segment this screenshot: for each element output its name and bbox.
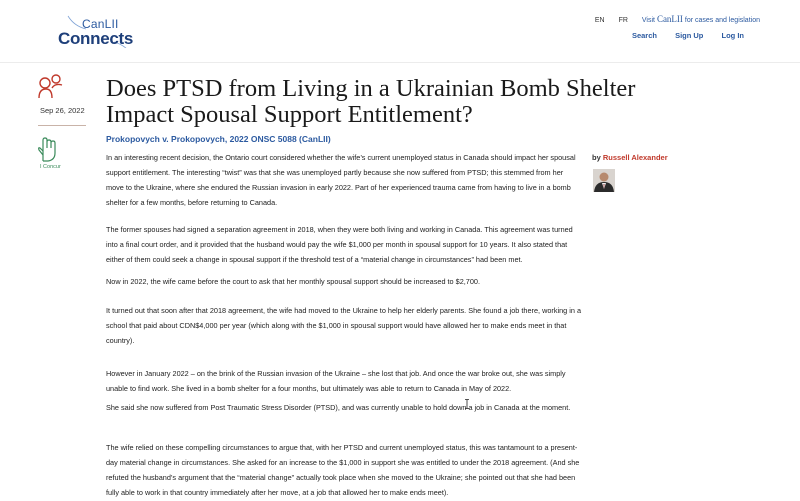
sidebar-separator (38, 125, 86, 126)
paragraph-1: In an interesting recent decision, the O… (106, 153, 576, 207)
author-profile-icon[interactable] (38, 74, 64, 100)
author-byline: by Russell Alexander (592, 153, 668, 162)
paragraph-5: However in January 2022 – on the brink o… (106, 369, 566, 393)
author-name-link[interactable]: Russell Alexander (603, 153, 668, 162)
header-divider (0, 62, 800, 63)
lang-fr-link[interactable]: FR (619, 17, 628, 24)
lang-en-link[interactable]: EN (595, 17, 605, 24)
paragraph-2: The former spouses had signed a separati… (106, 225, 573, 264)
concur-hand-icon[interactable] (38, 137, 60, 163)
concur-label[interactable]: I Concur (40, 164, 61, 170)
login-link[interactable]: Log In (722, 31, 745, 40)
canlii-connects-logo[interactable]: CanLII Connects (56, 12, 136, 48)
visit-prefix: Visit (641, 17, 655, 24)
paragraph-7: The wife relied on these compelling circ… (106, 443, 580, 497)
site-header: CanLII Connects EN FR Visit CanLII for c… (0, 0, 800, 62)
paragraph-6: She said she now suffered from Post Trau… (106, 403, 571, 412)
signup-link[interactable]: Sign Up (675, 31, 703, 40)
top-nav: EN FR Visit CanLII for cases and legisla… (595, 14, 760, 24)
author-avatar[interactable] (593, 169, 615, 192)
paragraph-4: It turned out that soon after that 2018 … (106, 306, 581, 345)
article-title: Does PTSD from Living in a Ukrainian Bom… (106, 75, 636, 128)
by-prefix: by (592, 153, 601, 162)
text-cursor-icon (465, 399, 469, 409)
paragraph-3: Now in 2022, the wife came before the co… (106, 277, 480, 286)
visit-canlii-link[interactable]: Visit CanLII for cases and legislation (642, 14, 760, 24)
post-date: Sep 26, 2022 (40, 106, 85, 115)
search-link[interactable]: Search (632, 31, 657, 40)
account-actions: Search Sign Up Log In (616, 31, 744, 40)
visit-brand: CanLII (656, 14, 683, 24)
case-citation-link[interactable]: Prokopovych v. Prokopovych, 2022 ONSC 50… (106, 134, 331, 144)
logo-connects-text: Connects (58, 29, 134, 48)
visit-suffix: for cases and legislation (684, 17, 760, 24)
